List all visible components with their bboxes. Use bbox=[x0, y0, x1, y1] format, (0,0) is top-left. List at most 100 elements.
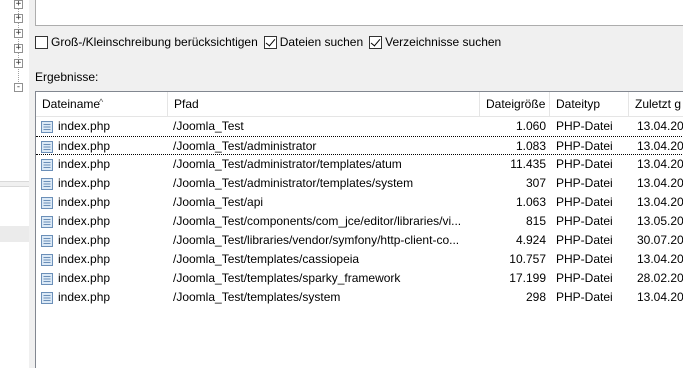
table-row[interactable]: index.php/Joomla_Test/administrator/temp… bbox=[36, 155, 683, 174]
column-header-size[interactable]: Dateigröße bbox=[480, 92, 550, 116]
php-file-icon bbox=[40, 120, 54, 134]
column-header-path[interactable]: Pfad bbox=[168, 92, 480, 116]
tree-expand-icon[interactable]: + bbox=[14, 14, 23, 23]
file-size: 11.435 bbox=[510, 157, 546, 171]
file-modified: 28.02.202 bbox=[637, 271, 683, 285]
file-path: /Joomla_Test/api bbox=[173, 195, 264, 209]
file-name-cell: index.php bbox=[40, 250, 168, 269]
table-row[interactable]: index.php/Joomla_Test/administrator 1.083… bbox=[36, 136, 683, 155]
file-name: index.php bbox=[58, 214, 111, 228]
column-header-modified[interactable]: Zuletzt g bbox=[629, 92, 683, 116]
php-file-icon bbox=[40, 253, 54, 267]
results-list[interactable]: Dateiname ^ Pfad Dateigröße Dateityp Zul… bbox=[35, 91, 683, 368]
file-size: 4.924 bbox=[515, 233, 546, 247]
file-modified: 13.04.202 bbox=[637, 290, 683, 304]
file-name-cell: index.php bbox=[40, 193, 168, 212]
file-name-cell: index.php bbox=[40, 155, 168, 174]
file-type: PHP-Datei bbox=[556, 195, 613, 209]
sort-ascending-icon: ^ bbox=[99, 97, 104, 107]
directory-tree[interactable]: + + + + + - bbox=[0, 0, 30, 181]
file-type: PHP-Datei bbox=[556, 139, 613, 153]
file-name: index.php bbox=[58, 271, 111, 285]
file-name-cell: index.php bbox=[40, 231, 168, 250]
php-file-icon bbox=[40, 234, 54, 248]
php-file-icon bbox=[40, 196, 54, 210]
search-files-label: Dateien suchen bbox=[279, 35, 364, 49]
table-row[interactable]: index.php/Joomla_Test/administrator/temp… bbox=[36, 174, 683, 193]
file-name: index.php bbox=[58, 157, 111, 171]
table-row[interactable]: index.php/Joomla_Test/libraries/vendor/s… bbox=[36, 231, 683, 250]
file-name: index.php bbox=[58, 252, 111, 266]
case-sensitive-option[interactable]: Groß-/Kleinschreibung berücksichtigen bbox=[35, 35, 258, 49]
case-sensitive-checkbox[interactable] bbox=[35, 35, 48, 49]
table-row[interactable]: index.php/Joomla_Test/templates/system 29… bbox=[36, 288, 683, 307]
search-dirs-label: Verzeichnisse suchen bbox=[385, 35, 502, 49]
file-modified: 13.04.202 bbox=[637, 119, 683, 133]
file-path: /Joomla_Test/administrator/templates/atu… bbox=[173, 157, 402, 171]
file-name-cell: index.php bbox=[40, 137, 168, 156]
column-header-path-label: Pfad bbox=[174, 97, 199, 111]
column-header-type[interactable]: Dateityp bbox=[550, 92, 629, 116]
php-file-icon bbox=[40, 177, 54, 191]
column-header-type-label: Dateityp bbox=[556, 97, 601, 111]
file-name: index.php bbox=[58, 176, 111, 190]
file-modified: 13.04.202 bbox=[637, 139, 683, 153]
tree-expand-icon[interactable]: + bbox=[14, 29, 23, 38]
file-modified: 13.04.202 bbox=[637, 157, 683, 171]
lower-left-selected-item[interactable] bbox=[0, 226, 29, 242]
file-name: index.php bbox=[58, 195, 111, 209]
lower-left-panel[interactable] bbox=[0, 187, 29, 368]
file-path: /Joomla_Test/administrator/templates/sys… bbox=[173, 176, 414, 190]
file-name-cell: index.php bbox=[40, 288, 168, 307]
results-label: Ergebnisse: bbox=[35, 70, 99, 84]
column-header-modified-label: Zuletzt g bbox=[635, 97, 682, 111]
table-row[interactable]: index.php/Joomla_Test/api 1.063 PHP-Datei 1… bbox=[36, 193, 683, 212]
results-header: Dateiname ^ Pfad Dateigröße Dateityp Zul… bbox=[36, 92, 683, 117]
tree-expand-icon[interactable]: + bbox=[14, 0, 23, 9]
tree-expand-icon[interactable]: + bbox=[14, 59, 23, 68]
php-file-icon bbox=[40, 158, 54, 172]
search-dirs-checkbox[interactable] bbox=[369, 35, 383, 49]
tree-collapse-icon[interactable]: - bbox=[14, 83, 23, 92]
file-type: PHP-Datei bbox=[556, 233, 613, 247]
file-size: 1.083 bbox=[515, 139, 546, 153]
php-file-icon bbox=[40, 140, 54, 154]
file-path: /Joomla_Test/administrator bbox=[173, 139, 317, 153]
file-modified: 13.05.202 bbox=[637, 214, 683, 228]
file-type: PHP-Datei bbox=[556, 271, 613, 285]
file-path: /Joomla_Test/templates/system bbox=[173, 290, 341, 304]
file-modified: 13.04.202 bbox=[637, 195, 683, 209]
file-modified: 30.07.202 bbox=[637, 233, 683, 247]
file-name: index.php bbox=[58, 139, 111, 153]
search-files-checkbox[interactable] bbox=[263, 35, 277, 49]
table-row[interactable]: index.php/Joomla_Test/templates/cassiope… bbox=[36, 250, 683, 269]
search-input-panel[interactable] bbox=[35, 0, 683, 26]
table-row[interactable]: index.php/Joomla_Test 1.060 PHP-Datei 13.04… bbox=[36, 117, 683, 136]
column-header-name-label: Dateiname bbox=[42, 97, 101, 111]
search-files-option[interactable]: Dateien suchen bbox=[263, 35, 364, 49]
column-header-name[interactable]: Dateiname ^ bbox=[36, 92, 168, 116]
file-size: 815 bbox=[525, 214, 546, 228]
column-header-size-label: Dateigröße bbox=[486, 97, 546, 111]
file-name-cell: index.php bbox=[40, 174, 168, 193]
file-type: PHP-Datei bbox=[556, 157, 613, 171]
file-path: /Joomla_Test/components/com_jce/editor/l… bbox=[173, 214, 462, 228]
file-size: 307 bbox=[525, 176, 546, 190]
search-dirs-option[interactable]: Verzeichnisse suchen bbox=[369, 35, 501, 49]
file-name-cell: index.php bbox=[40, 117, 168, 136]
file-path: /Joomla_Test/templates/cassiopeia bbox=[173, 252, 360, 266]
table-row[interactable]: index.php/Joomla_Test/templates/sparky_f… bbox=[36, 269, 683, 288]
php-file-icon bbox=[40, 215, 54, 229]
file-type: PHP-Datei bbox=[556, 176, 613, 190]
case-sensitive-label: Groß-/Kleinschreibung berücksichtigen bbox=[51, 35, 258, 49]
file-type: PHP-Datei bbox=[556, 214, 613, 228]
file-size: 10.757 bbox=[509, 252, 546, 266]
file-path: /Joomla_Test bbox=[173, 119, 244, 133]
file-size: 17.199 bbox=[509, 271, 546, 285]
php-file-icon bbox=[40, 272, 54, 286]
file-name-cell: index.php bbox=[40, 212, 168, 231]
table-row[interactable]: index.php/Joomla_Test/components/com_jce… bbox=[36, 212, 683, 231]
file-size: 1.063 bbox=[515, 195, 546, 209]
tree-expand-icon[interactable]: + bbox=[14, 44, 23, 53]
file-name: index.php bbox=[58, 233, 111, 247]
